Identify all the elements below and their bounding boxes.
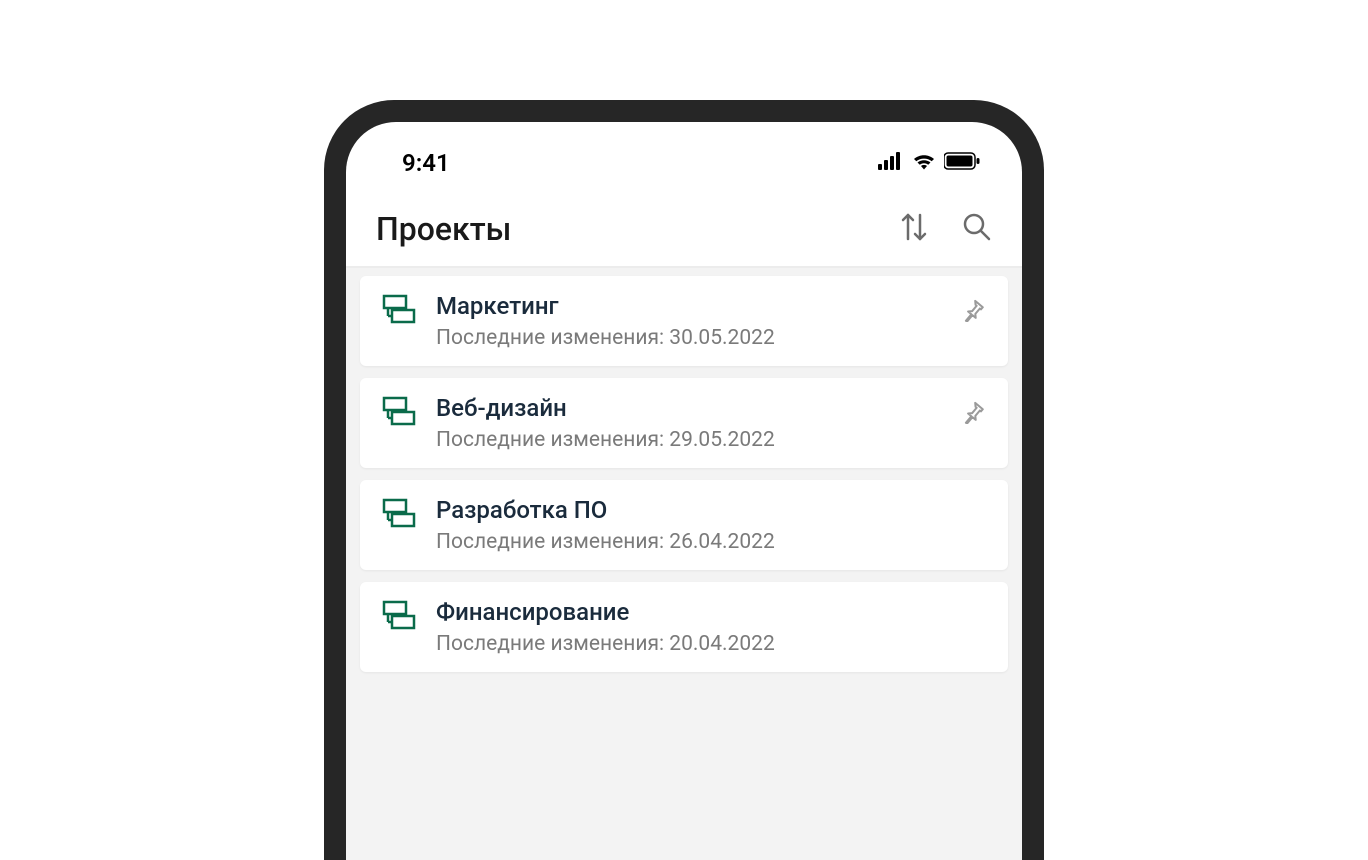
project-subtitle: Последние изменения: 20.04.2022: [436, 632, 986, 656]
phone-frame: 9:41: [324, 100, 1044, 860]
project-title: Разработка ПО: [436, 496, 986, 524]
battery-icon: [944, 152, 980, 174]
project-subtitle: Последние изменения: 26.04.2022: [436, 530, 986, 554]
project-icon: [382, 600, 416, 634]
project-card[interactable]: Разработка ПО Последние изменения: 26.04…: [360, 480, 1008, 570]
project-icon: [382, 498, 416, 532]
project-title: Маркетинг: [436, 292, 942, 320]
project-card[interactable]: Маркетинг Последние изменения: 30.05.202…: [360, 276, 1008, 366]
status-icons: [878, 152, 980, 174]
cellular-icon: [878, 152, 904, 174]
project-card[interactable]: Финансирование Последние изменения: 20.0…: [360, 582, 1008, 672]
project-title: Веб-дизайн: [436, 394, 942, 422]
wifi-icon: [912, 152, 936, 174]
sort-icon[interactable]: [900, 211, 928, 247]
project-info: Маркетинг Последние изменения: 30.05.202…: [436, 292, 942, 350]
project-card[interactable]: Веб-дизайн Последние изменения: 29.05.20…: [360, 378, 1008, 468]
project-title: Финансирование: [436, 598, 986, 626]
project-info: Разработка ПО Последние изменения: 26.04…: [436, 496, 986, 554]
project-icon: [382, 396, 416, 430]
status-time: 9:41: [402, 149, 450, 177]
pin-icon[interactable]: [962, 400, 986, 428]
project-icon: [382, 294, 416, 328]
app-header: Проекты: [346, 192, 1022, 268]
header-actions: [900, 211, 992, 247]
status-bar: 9:41: [346, 122, 1022, 192]
search-icon[interactable]: [962, 212, 992, 246]
pin-icon[interactable]: [962, 298, 986, 326]
project-info: Веб-дизайн Последние изменения: 29.05.20…: [436, 394, 942, 452]
project-subtitle: Последние изменения: 30.05.2022: [436, 326, 942, 350]
phone-screen: 9:41: [346, 122, 1022, 860]
project-subtitle: Последние изменения: 29.05.2022: [436, 428, 942, 452]
projects-list: Маркетинг Последние изменения: 30.05.202…: [346, 268, 1022, 860]
project-info: Финансирование Последние изменения: 20.0…: [436, 598, 986, 656]
page-title: Проекты: [376, 210, 511, 248]
